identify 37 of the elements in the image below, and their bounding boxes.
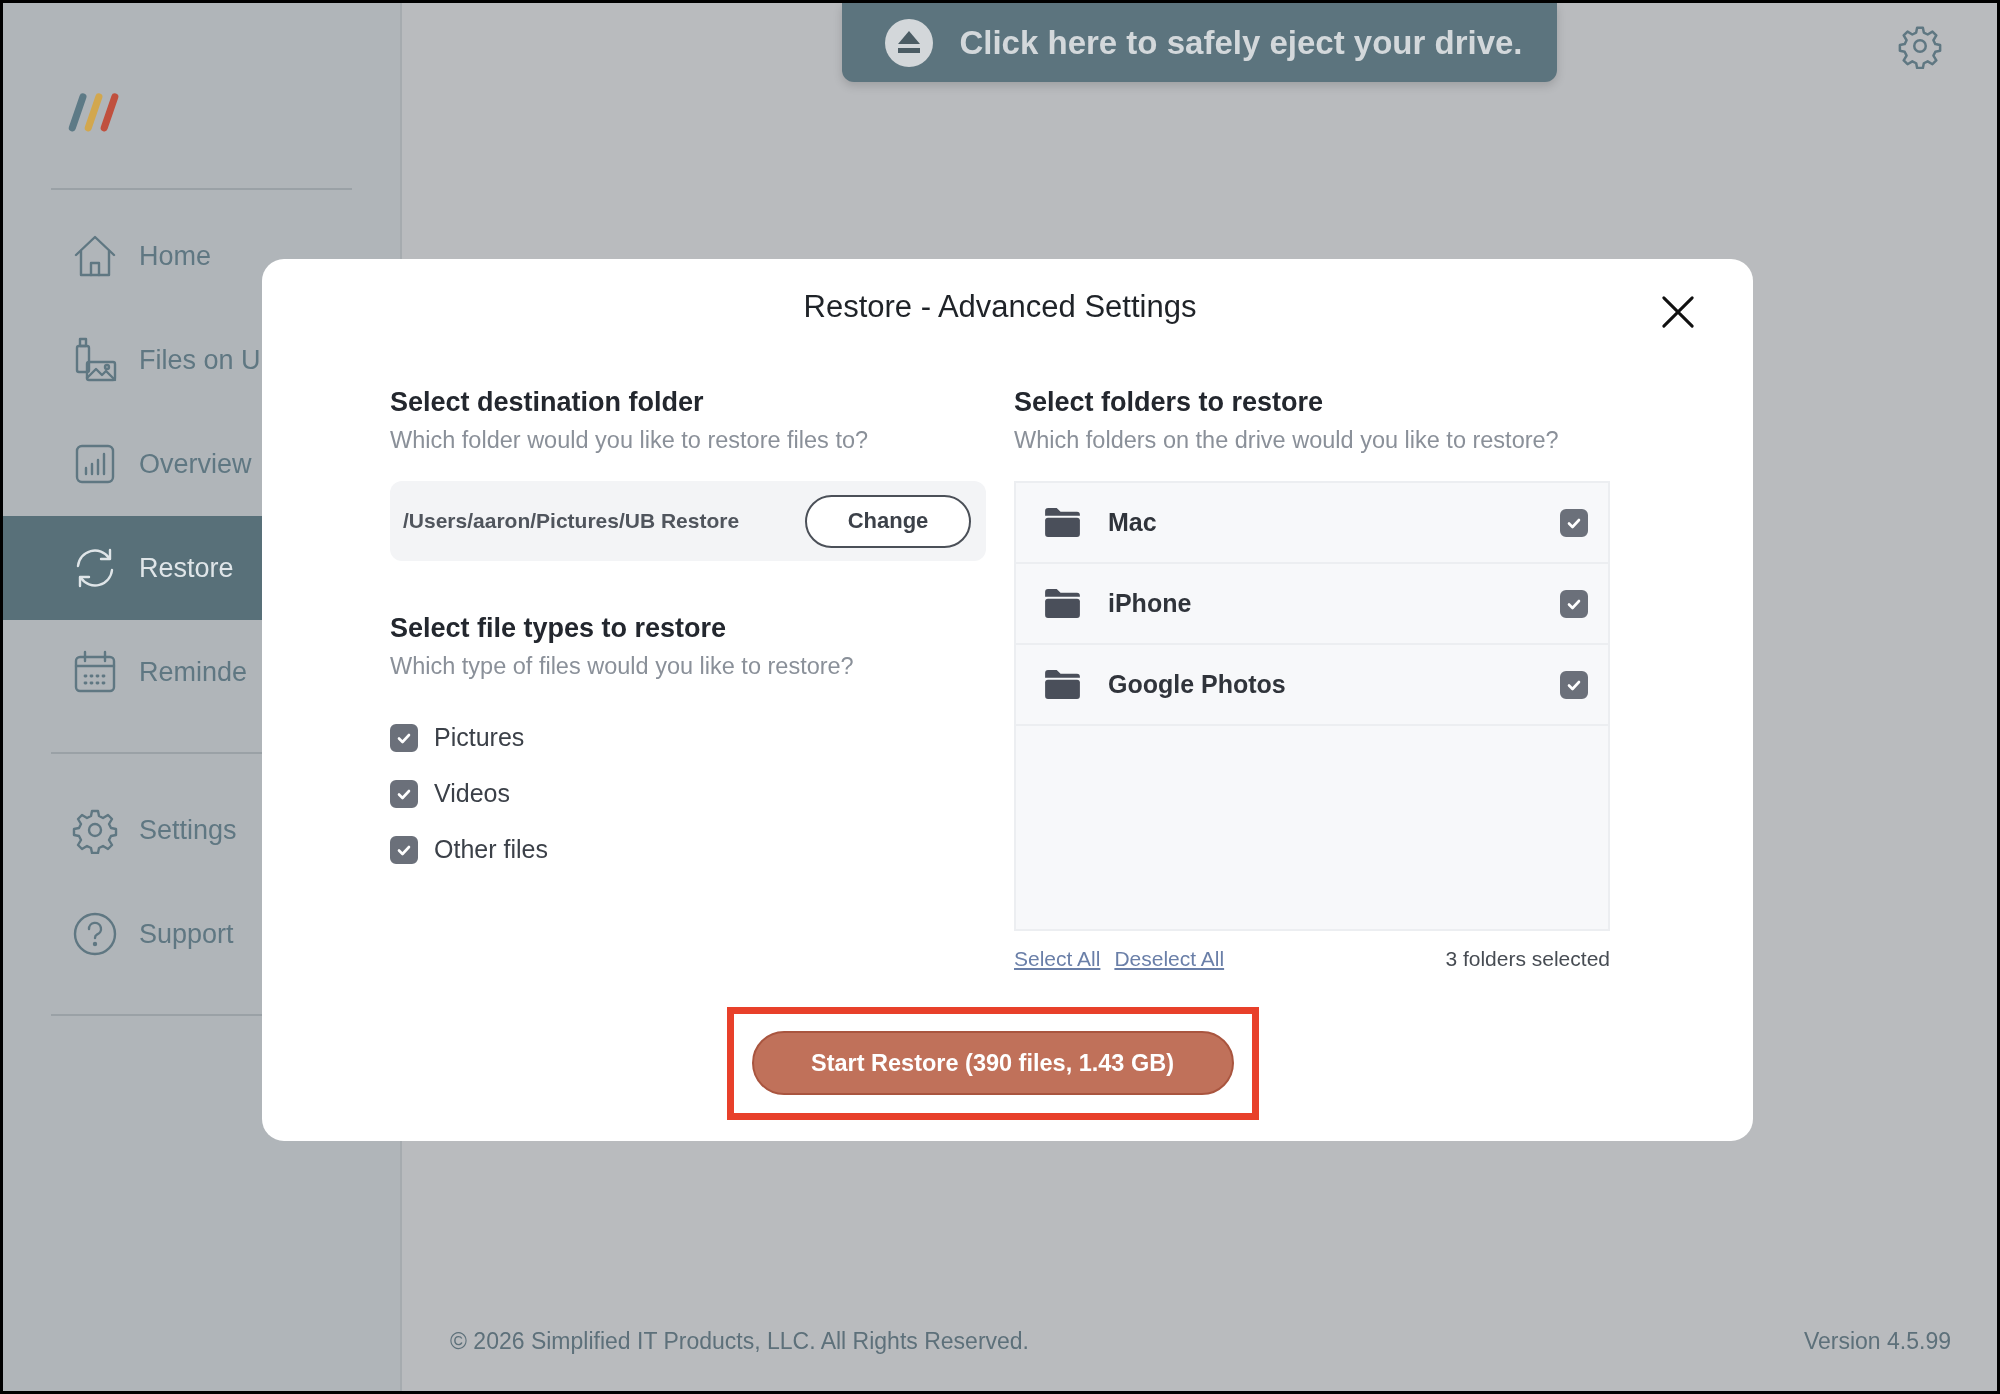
eject-banner[interactable]: Click here to safely eject your drive. xyxy=(842,3,1557,82)
checkbox-label: Videos xyxy=(434,779,510,808)
sidebar-item[interactable]: Home xyxy=(3,204,400,308)
destination-field[interactable]: /Users/aaron/Pictures/UB Restore Change xyxy=(390,481,986,561)
version-text: Version 4.5.99 xyxy=(1803,1328,1951,1355)
start-restore-button[interactable]: Start Restore (390 files, 1.43 GB) xyxy=(751,1031,1234,1095)
eject-icon xyxy=(885,18,934,67)
folder-path: /Users/aaron/Pictures/UB Restore xyxy=(403,509,740,533)
checkbox-label: Pictures xyxy=(434,723,525,752)
folder-icon xyxy=(1045,670,1080,699)
checkbox[interactable] xyxy=(1560,670,1588,699)
copyright-text: © 2026 Simplified IT Products, LLC. All Rights Reserved. xyxy=(450,1328,1029,1355)
checkbox[interactable] xyxy=(390,835,418,864)
folder-icon xyxy=(1045,589,1080,618)
section-subtitle: Which type of files would you like to restore? xyxy=(390,653,854,680)
checkbox[interactable] xyxy=(1560,508,1588,537)
section-subtitle: Which folder would you like to restore files to? xyxy=(390,427,869,454)
sidebar-item[interactable]: Settings xyxy=(3,778,400,882)
dialog-title: Restore - Advanced Settings xyxy=(803,289,1197,326)
section-heading: Select folders to restore xyxy=(1014,387,1324,418)
folder-icon xyxy=(1045,508,1080,537)
question-circle-icon xyxy=(71,910,119,958)
change-button[interactable]: Change xyxy=(805,494,971,548)
section-subtitle: Which folders on the drive would you like to restore? xyxy=(1014,427,1559,454)
selection-count: 3 folders selected xyxy=(1445,947,1610,971)
sidebar-item[interactable]: Support xyxy=(3,882,400,986)
close-icon[interactable] xyxy=(1661,295,1695,329)
folder-row[interactable]: Google Photos xyxy=(1016,645,1608,726)
checkbox-label: Other files xyxy=(434,835,548,864)
checkbox[interactable] xyxy=(390,723,418,752)
checkbox[interactable] xyxy=(1560,589,1588,618)
deselect-all-link[interactable]: Deselect All xyxy=(1114,947,1225,971)
folder-row[interactable]: Mac xyxy=(1016,483,1608,564)
checkbox[interactable] xyxy=(390,779,418,808)
section-heading: Select destination folder xyxy=(390,387,704,418)
folder-row[interactable]: iPhone xyxy=(1016,564,1608,645)
select-all-link[interactable]: Select All xyxy=(1014,947,1101,971)
